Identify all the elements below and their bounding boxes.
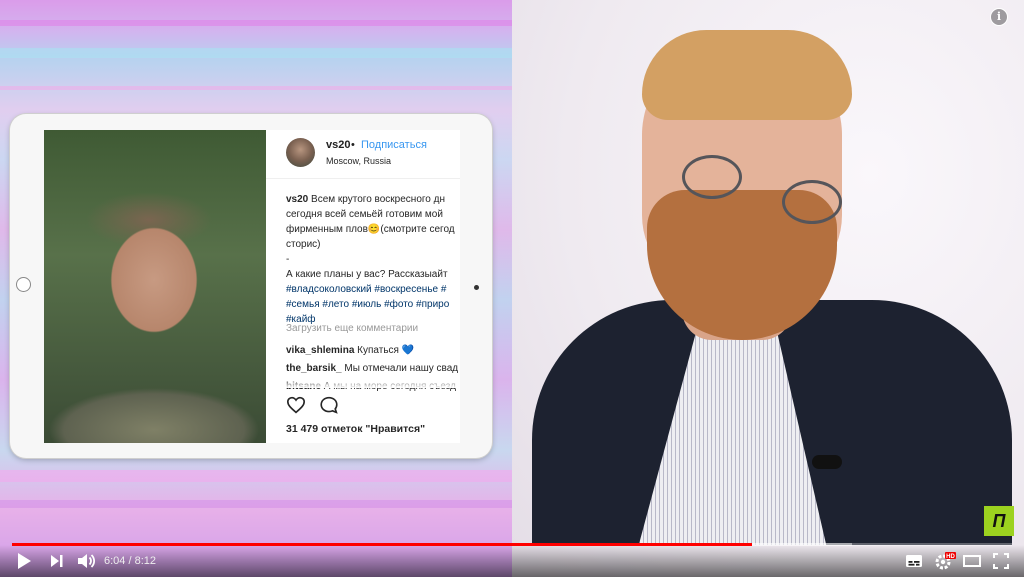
svg-text:HD: HD xyxy=(946,554,955,560)
post-username: vs20 xyxy=(326,139,351,151)
volume-icon[interactable] xyxy=(76,551,96,571)
caption-line: А какие планы у вас? Рассказыайт xyxy=(286,269,448,280)
channel-logo: П xyxy=(984,506,1014,536)
glasses-right-lens xyxy=(782,180,842,224)
comments-fade xyxy=(266,378,460,388)
lapel-microphone xyxy=(812,455,842,469)
caption-line: сторис) xyxy=(286,239,321,250)
progress-bar[interactable] xyxy=(12,543,1012,546)
instagram-post: vs20 • Подписаться Moscow, Russia vs20 В… xyxy=(44,130,460,443)
caption-hashtags: #семья #лето #июль #фото #приро xyxy=(286,299,450,310)
next-icon[interactable] xyxy=(50,551,64,571)
tablet-home-button xyxy=(16,277,31,292)
heart-icon xyxy=(286,396,306,414)
play-icon[interactable] xyxy=(16,551,32,571)
comment: vika_shlemina Купаться 💙 xyxy=(286,345,415,356)
duration: 8:12 xyxy=(134,555,157,567)
caption-line: сегодня всей семьёй готовим мой xyxy=(286,209,443,220)
video-player[interactable]: vs20 • Подписаться Moscow, Russia vs20 В… xyxy=(0,0,1024,577)
likes-count: 31 479 отметок "Нравится" xyxy=(286,423,426,435)
post-location: Moscow, Russia xyxy=(326,156,392,166)
caption-line: vs20 Всем крутого воскресного дн xyxy=(286,194,446,205)
caption-line: фирменным плов😊(смотрите сегод xyxy=(286,224,455,235)
glasses-left-lens xyxy=(682,155,742,199)
info-icon[interactable]: i xyxy=(990,8,1008,26)
current-time: 6:04 xyxy=(104,555,126,567)
follow-button: Подписаться xyxy=(361,139,427,151)
separator-dot: • xyxy=(351,139,355,151)
avatar xyxy=(286,138,315,167)
theater-mode-icon[interactable] xyxy=(962,551,982,571)
tablet-camera xyxy=(474,285,479,290)
post-header: vs20 • Подписаться Moscow, Russia xyxy=(266,130,460,179)
speaker-hair xyxy=(642,30,852,120)
post-caption: vs20 Всем крутого воскресного дн сегодня… xyxy=(286,192,460,327)
speaker xyxy=(512,0,1024,545)
comment-icon xyxy=(320,396,338,414)
subtitles-icon[interactable] xyxy=(904,551,924,571)
settings-hd-icon[interactable]: HD xyxy=(934,551,956,571)
load-more-comments: Загрузить еще комментарии xyxy=(286,323,419,334)
time-display: 6:04 / 8:12 xyxy=(104,555,157,567)
comment: the_barsik_ Мы отмечали нашу свад xyxy=(286,363,459,374)
caption-hashtags: #владсоколовский #воскресенье # xyxy=(286,284,447,295)
caption-line: - xyxy=(286,254,290,265)
played-bar xyxy=(12,543,752,546)
post-sidebar: vs20 • Подписаться Moscow, Russia vs20 В… xyxy=(266,130,460,443)
post-photo xyxy=(44,130,266,443)
fullscreen-icon[interactable] xyxy=(992,551,1010,571)
